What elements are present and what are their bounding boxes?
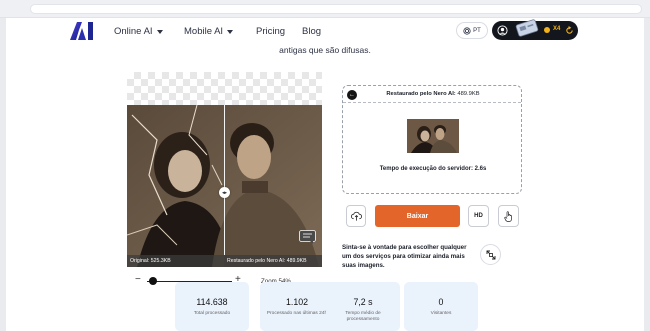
page: Online AI Mobile AI Pricing Blog PT X4 a… bbox=[6, 18, 644, 331]
pro-card-icon bbox=[515, 19, 539, 37]
upload-button[interactable] bbox=[346, 205, 366, 227]
nav-mobile-ai[interactable]: Mobile AI bbox=[184, 26, 234, 37]
result-thumbnail[interactable] bbox=[407, 119, 459, 153]
coin-icon bbox=[544, 27, 550, 33]
page-subtitle: antigas que são difusas. bbox=[279, 45, 371, 55]
nav-online-ai-label: Online AI bbox=[114, 26, 153, 37]
before-after-compare[interactable]: ◂▸ Original: 525.3KB Restaurado pelo Ner… bbox=[127, 72, 322, 267]
stat-value: 1.102 bbox=[285, 297, 308, 307]
user-icon bbox=[497, 25, 508, 36]
expand-icon bbox=[486, 250, 495, 259]
nav-blog-label: Blog bbox=[302, 26, 322, 37]
compare-footer: Original: 525.3KB Restaurado pelo Nero A… bbox=[127, 255, 322, 267]
hand-tool-button[interactable] bbox=[498, 205, 519, 227]
chevron-down-icon bbox=[156, 29, 163, 34]
result-title: Restaurado pelo Nero AI: 489.9KB bbox=[343, 91, 523, 97]
services-hint: Sinta-se à vontade para escolher qualque… bbox=[342, 244, 467, 269]
hd-button[interactable]: HD bbox=[468, 205, 489, 227]
nav-blog[interactable]: Blog bbox=[302, 26, 321, 37]
compare-slider-handle[interactable]: ◂▸ bbox=[219, 187, 230, 198]
stat-card-24h: 1.102 Processado nas últimas 24h bbox=[260, 282, 334, 331]
nav-pricing[interactable]: Pricing bbox=[256, 26, 285, 37]
result-panel: ← Restaurado pelo Nero AI: 489.9KB Tempo… bbox=[342, 85, 522, 194]
stat-card-total: 114.638 Total processado bbox=[175, 282, 249, 331]
expand-button[interactable] bbox=[480, 244, 501, 265]
stat-label: Processado nas últimas 24h bbox=[266, 311, 328, 316]
nero-ai-logo[interactable] bbox=[70, 22, 94, 40]
credits-count: X4 bbox=[553, 26, 561, 32]
chevron-down-icon bbox=[227, 29, 234, 34]
address-bar[interactable] bbox=[30, 4, 642, 14]
hd-label: HD bbox=[474, 213, 483, 219]
stat-label: Total processado bbox=[193, 311, 231, 316]
zoom-out-button[interactable]: − bbox=[135, 274, 141, 285]
server-execution-time: Tempo de execução do servidor: 2.6s bbox=[379, 166, 487, 172]
restored-size-label: Restaurado pelo Nero AI: 489.9KB bbox=[224, 255, 322, 267]
nav-pricing-label: Pricing bbox=[256, 26, 286, 37]
stat-label: Visitantes bbox=[430, 311, 452, 316]
download-button[interactable]: Baixar bbox=[375, 205, 460, 227]
chat-icon[interactable] bbox=[299, 230, 316, 244]
top-nav: Online AI Mobile AI Pricing Blog PT X4 bbox=[6, 18, 644, 46]
cloud-upload-icon bbox=[350, 211, 362, 221]
globe-icon bbox=[463, 26, 471, 35]
stat-card-visitors: 0 Visitantes bbox=[404, 282, 478, 331]
stat-label: Tempo médio de processamento bbox=[345, 311, 381, 322]
divider bbox=[343, 102, 521, 103]
stat-value: 114.638 bbox=[196, 297, 228, 307]
hand-pointer-icon bbox=[504, 210, 512, 222]
account-pill[interactable]: X4 bbox=[492, 19, 578, 40]
zoom-slider-knob[interactable] bbox=[149, 277, 157, 285]
stat-card-avg-time: 7,2 s Tempo médio de processamento bbox=[326, 282, 400, 331]
stat-value: 7,2 s bbox=[353, 297, 373, 307]
language-code: PT bbox=[473, 27, 481, 34]
browser-chrome bbox=[0, 0, 650, 18]
refresh-icon[interactable] bbox=[565, 26, 574, 35]
nav-online-ai[interactable]: Online AI bbox=[114, 26, 163, 37]
language-selector[interactable]: PT bbox=[456, 22, 488, 39]
result-title-label: Restaurado pelo Nero AI: bbox=[386, 91, 456, 97]
result-file-size: 489.9KB bbox=[457, 91, 480, 97]
stat-value: 0 bbox=[438, 297, 444, 307]
nav-mobile-ai-label: Mobile AI bbox=[184, 26, 224, 37]
original-size-label: Original: 525.3KB bbox=[127, 255, 224, 267]
compare-divider bbox=[224, 105, 225, 255]
